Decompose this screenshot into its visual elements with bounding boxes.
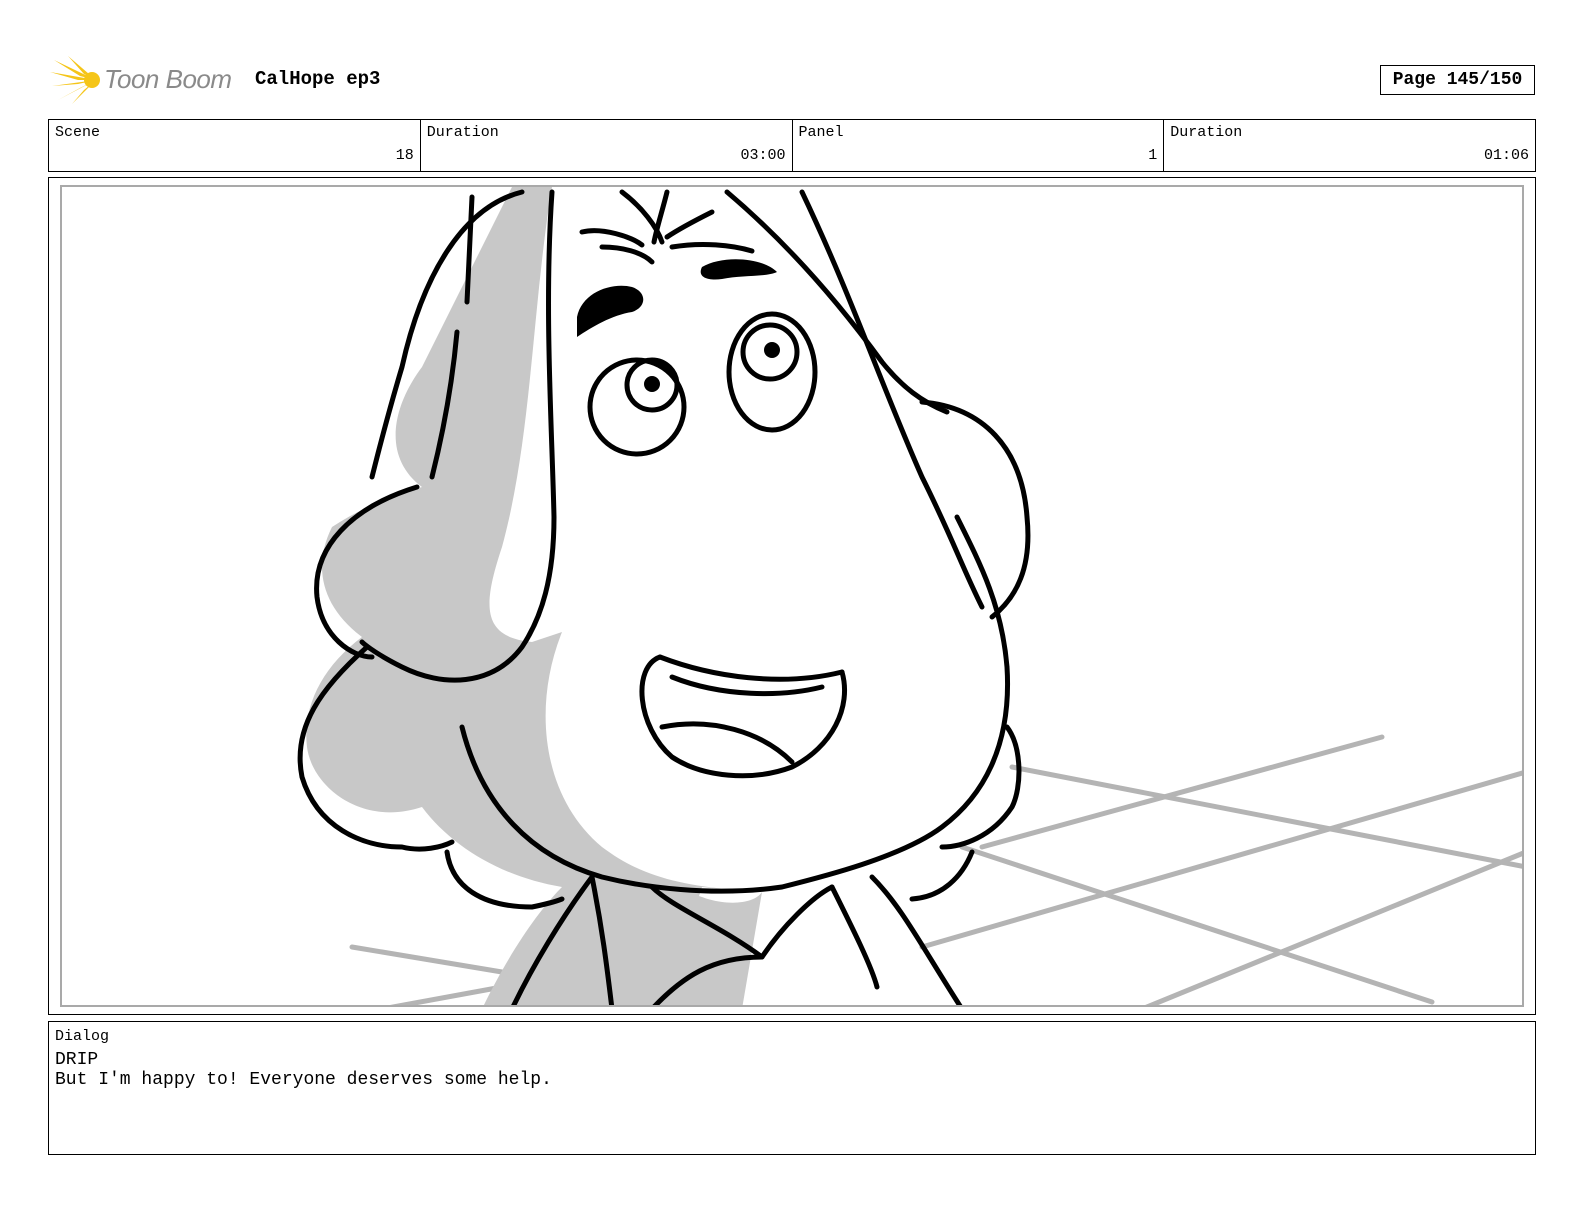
scene-info-row: Scene 18 Duration 03:00 Panel 1 Duration… [48,119,1536,172]
dialog-label: Dialog [55,1028,110,1045]
toon-boom-logo: Toon Boom [50,54,240,108]
scene-label: Scene [55,124,101,141]
scene-duration-label: Duration [426,124,499,141]
panel-duration-label: Duration [1170,124,1243,141]
panel-label: Panel [798,124,844,141]
panel-cell: Panel 1 [793,120,1165,171]
scene-cell: Scene 18 [49,120,421,171]
storyboard-panel-image [60,185,1524,1007]
scene-duration-cell: Duration 03:00 [421,120,793,171]
dialog-box: Dialog DRIP But I'm happy to! Everyone d… [48,1021,1536,1155]
storyboard-panel-frame [48,177,1536,1015]
project-title: CalHope ep3 [255,68,381,90]
panel-duration-cell: Duration 01:06 [1164,120,1535,171]
dialog-line: But I'm happy to! Everyone deserves some… [55,1070,552,1090]
scene-value: 18 [395,147,414,164]
storyboard-sketch-icon [297,187,1522,1005]
dialog-speaker: DRIP [55,1050,99,1070]
panel-value: 1 [1148,147,1158,164]
logo-text: Toon Boom [104,64,232,94]
page-indicator: Page 145/150 [1380,65,1535,95]
starburst-logo-icon [50,56,100,104]
panel-duration-value: 01:06 [1483,147,1529,164]
scene-duration-value: 03:00 [740,147,786,164]
